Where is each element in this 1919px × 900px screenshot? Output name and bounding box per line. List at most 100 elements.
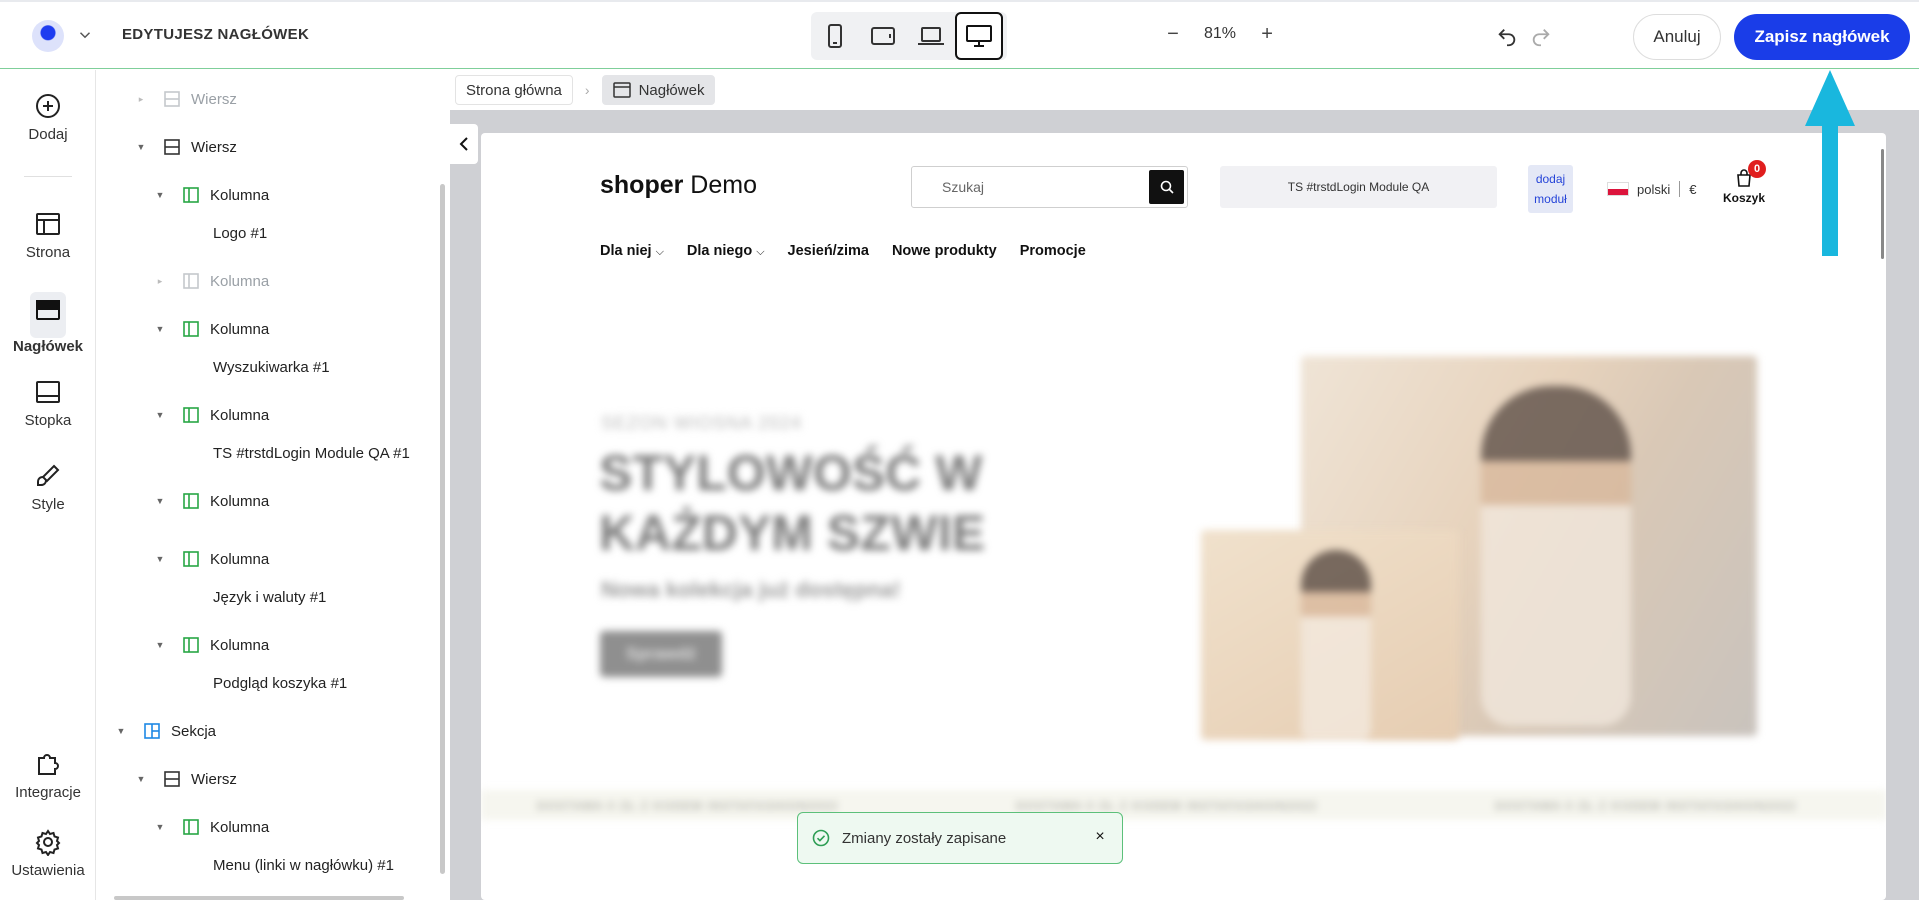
laptop-icon (918, 27, 944, 45)
rail-item-add[interactable]: Dodaj (0, 92, 96, 143)
rail-item-page[interactable]: Strona (0, 210, 96, 261)
app-logo-icon[interactable] (32, 20, 64, 52)
mobile-view-button[interactable] (811, 12, 859, 60)
preview-search-button[interactable] (1149, 170, 1184, 204)
tree-item-module[interactable]: TS #trstdLogin Module QA #1 (213, 439, 410, 467)
tree-item-module[interactable]: Wyszukiwarka #1 (213, 353, 330, 381)
structure-tree: ▸ Wiersz ▼ Wiersz ▼ Kolumna Logo #1 ▸ Ko… (97, 70, 449, 900)
top-toolbar: EDYTUJESZ NAGŁÓWEK − 81% + Anuluj Zapisz… (0, 0, 1919, 69)
tree-item-column[interactable]: ▼ Kolumna (154, 181, 270, 209)
collapse-panel-button[interactable] (450, 124, 478, 164)
tree-horizontal-scrollbar[interactable] (114, 896, 404, 900)
tree-item-row[interactable]: ▼ Wiersz (135, 133, 237, 161)
plus-circle-icon (36, 94, 60, 118)
preview-cart[interactable]: 0 Koszyk (1722, 160, 1766, 205)
collapse-icon[interactable]: ▼ (115, 725, 127, 737)
rail-item-settings[interactable]: Ustawienia (0, 828, 96, 879)
rail-item-footer[interactable]: Stopka (0, 378, 96, 429)
tree-item-module[interactable]: Język i waluty #1 (213, 583, 326, 611)
tree-item-label: Kolumna (210, 272, 270, 290)
collapse-icon[interactable]: ▼ (154, 323, 166, 335)
breadcrumb: Strona główna › Nagłówek (450, 70, 1919, 110)
tree-item-row[interactable]: ▼ Wiersz (135, 765, 237, 793)
column-icon (183, 819, 199, 835)
preview-language-currency[interactable]: polski € (1607, 181, 1696, 197)
collapse-icon[interactable]: ▼ (154, 495, 166, 507)
preview-main-nav: Dla niej ⌵ Dla niego ⌵ Jesień/zima Nowe pr… (600, 243, 1086, 259)
success-toast: Zmiany zostały zapisane × (797, 812, 1123, 864)
preview-nav-item[interactable]: Jesień/zima (788, 243, 869, 259)
zoom-in-button[interactable]: + (1258, 24, 1276, 44)
promo-text: DOSTAWA 0 ZŁ Z KODEM INSTAFASHION2022 (537, 799, 839, 813)
rail-item-header[interactable]: Nagłówek (0, 292, 96, 355)
tree-scrollbar[interactable] (440, 184, 445, 874)
preview-hero-banner: SEZON WIOSNA 2024 STYLOWOŚĆ W KAŻDYM SZW… (481, 293, 1886, 813)
tablet-view-button[interactable] (859, 12, 907, 60)
rail-item-style[interactable]: Style (0, 462, 96, 513)
tree-item-row[interactable]: ▸ Wiersz (135, 85, 237, 113)
tree-item-column[interactable]: ▸ Kolumna (154, 267, 269, 295)
tree-item-column[interactable]: ▼ Kolumna (154, 401, 270, 429)
shop-logo[interactable]: shoper Demo (600, 171, 757, 200)
preview-nav-item[interactable]: Dla niego ⌵ (687, 243, 765, 259)
tree-item-module[interactable]: Podgląd koszyka #1 (213, 669, 347, 697)
tree-item-module[interactable]: Logo #1 (213, 219, 267, 247)
preview-add-module[interactable]: dodaj moduł (1528, 165, 1573, 213)
tree-item-module[interactable]: Menu (linki w nagłówku) #1 (213, 851, 394, 879)
expand-icon[interactable]: ▸ (135, 93, 147, 105)
preview-nav-item[interactable]: Promocje (1020, 243, 1086, 259)
shop-logo-bold: shoper (600, 171, 684, 199)
redo-icon[interactable] (1530, 26, 1552, 48)
column-icon (183, 273, 199, 289)
desktop-view-button[interactable] (955, 12, 1003, 60)
preview-cart-label: Koszyk (1722, 191, 1766, 205)
tree-item-label: Podgląd koszyka #1 (213, 674, 348, 692)
rail-item-integrations[interactable]: Integracje (0, 750, 96, 801)
collapse-icon[interactable]: ▼ (154, 189, 166, 201)
save-header-button[interactable]: Zapisz nagłówek (1734, 14, 1910, 60)
tree-item-label: Wiersz (191, 138, 237, 156)
cancel-button[interactable]: Anuluj (1633, 14, 1721, 60)
tree-item-column[interactable]: ▼ Kolumna (154, 631, 270, 659)
preview-nav-item[interactable]: Dla niej ⌵ (600, 243, 664, 259)
preview-login-module[interactable]: TS #trstdLogin Module QA (1220, 166, 1497, 208)
expand-icon[interactable]: ▸ (154, 275, 166, 287)
store-preview: shoper Demo Szukaj TS #trstdLogin Module… (481, 133, 1886, 900)
tree-item-label: TS #trstdLogin Module QA #1 (213, 444, 410, 462)
tree-item-label: Kolumna (210, 636, 270, 654)
collapse-icon[interactable]: ▼ (135, 773, 147, 785)
collapse-icon[interactable]: ▼ (154, 639, 166, 651)
left-icon-rail: Dodaj Strona Nagłówek Stopka Style Integ… (0, 70, 96, 900)
breadcrumb-current[interactable]: Nagłówek (601, 75, 716, 105)
collapse-icon[interactable]: ▼ (135, 141, 147, 153)
hero-secondary-image (1201, 530, 1459, 740)
tree-item-label: Kolumna (210, 492, 270, 510)
preview-currency: € (1689, 181, 1697, 197)
nav-label: Dla niego (686, 243, 753, 259)
rail-label-footer: Stopka (24, 412, 72, 429)
hero-cta-button[interactable]: Sprawdź (600, 631, 722, 677)
breadcrumb-home[interactable]: Strona główna (455, 75, 573, 105)
tree-item-section[interactable]: ▼ Sekcja (115, 717, 217, 745)
row-icon (164, 139, 180, 155)
preview-scrollbar[interactable] (1881, 149, 1884, 259)
chevron-down-icon[interactable] (76, 26, 94, 44)
tree-item-column[interactable]: ▼ Kolumna (154, 487, 270, 515)
preview-nav-item[interactable]: Nowe produkty (892, 243, 997, 259)
promo-text: DOSTAWA 0 ZŁ Z KODEM INSTAFASHION2022 (1495, 799, 1797, 813)
tree-item-column[interactable]: ▼ Kolumna (154, 813, 270, 841)
collapse-icon[interactable]: ▼ (154, 409, 166, 421)
preview-search-field[interactable]: Szukaj (911, 166, 1188, 208)
tree-item-column[interactable]: ▼ Kolumna (154, 315, 270, 343)
editor-canvas: Strona główna › Nagłówek shoper Demo Szu… (450, 70, 1919, 900)
tree-item-column[interactable]: ▼ Kolumna (154, 545, 270, 573)
gear-icon (35, 829, 61, 856)
undo-icon[interactable] (1496, 26, 1518, 48)
shop-logo-rest: Demo (683, 171, 757, 199)
collapse-icon[interactable]: ▼ (154, 553, 166, 565)
laptop-view-button[interactable] (907, 12, 955, 60)
zoom-out-button[interactable]: − (1164, 24, 1182, 44)
close-icon[interactable]: × (1090, 827, 1110, 847)
tree-item-label: Logo #1 (213, 224, 268, 242)
collapse-icon[interactable]: ▼ (154, 821, 166, 833)
